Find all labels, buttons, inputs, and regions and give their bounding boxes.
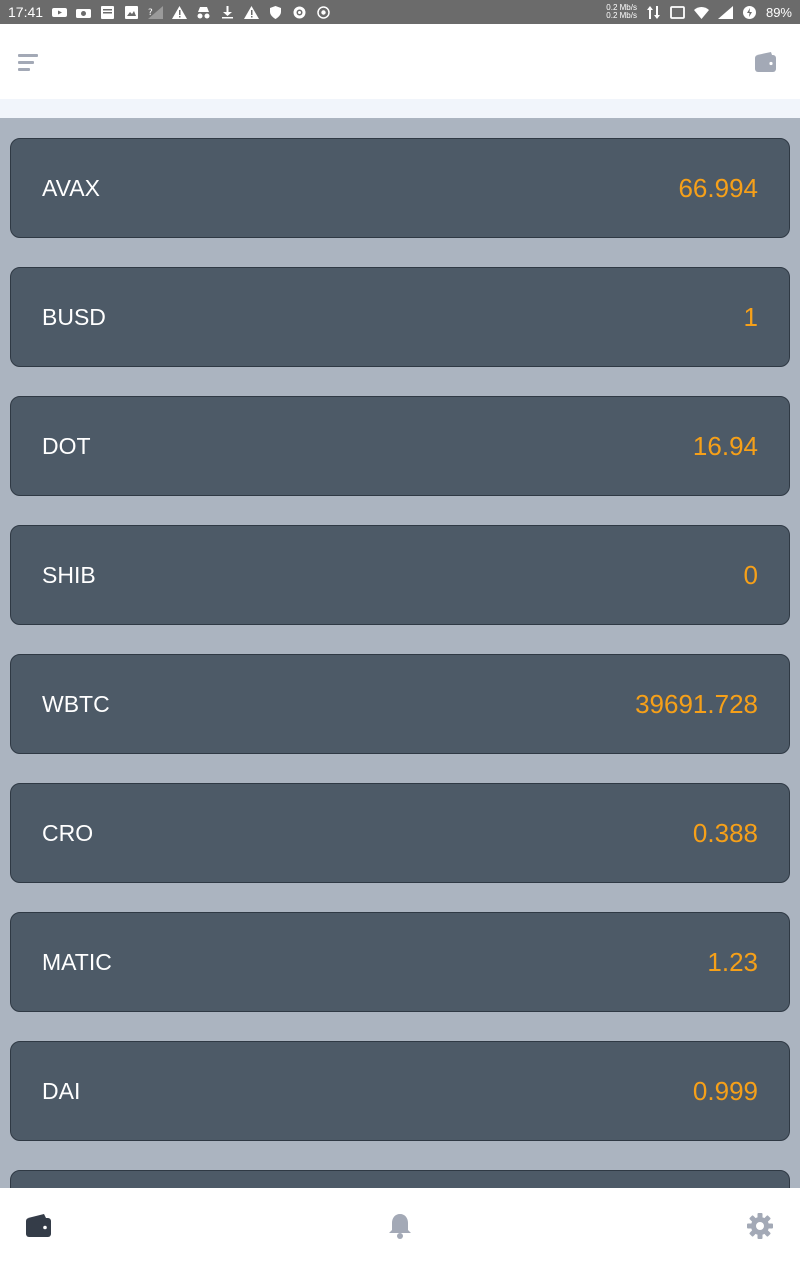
shield-icon xyxy=(268,5,283,19)
coin-card-wbtc[interactable]: WBTC 39691.728 xyxy=(10,654,790,754)
wallet-icon[interactable] xyxy=(25,1212,53,1240)
warning-icon xyxy=(172,5,188,19)
record-icon-2 xyxy=(316,5,331,19)
bottom-nav xyxy=(0,1188,800,1280)
coin-price: 16.94 xyxy=(692,430,758,461)
coin-card-shib[interactable]: SHIB 0 xyxy=(10,525,790,625)
coin-price: 66.994 xyxy=(678,172,758,203)
document-icon xyxy=(100,5,115,19)
menu-icon[interactable] xyxy=(18,54,40,72)
wallet-icon[interactable] xyxy=(754,52,778,74)
coin-symbol: BUSD xyxy=(42,303,106,330)
coin-symbol: MATIC xyxy=(42,948,112,975)
battery-level: 89% xyxy=(765,4,792,20)
coin-card-dai[interactable]: DAI 0.999 xyxy=(10,1041,790,1141)
youtube-icon xyxy=(52,6,68,19)
coin-card-dot[interactable]: DOT 16.94 xyxy=(10,396,790,496)
coin-symbol: SHIB xyxy=(42,561,96,588)
coin-card-avax[interactable]: AVAX 66.994 xyxy=(10,138,790,238)
no-signal-icon: ? xyxy=(148,5,164,19)
coin-card-partial[interactable] xyxy=(10,1170,790,1188)
gear-icon[interactable] xyxy=(746,1212,774,1240)
net-speed: 0.2 Mb/s 0.2 Mb/s xyxy=(606,4,637,20)
status-time: 17:41 xyxy=(8,4,44,20)
coin-symbol: AVAX xyxy=(42,174,100,201)
coin-card-busd[interactable]: BUSD 1 xyxy=(10,267,790,367)
coin-symbol: DOT xyxy=(42,432,91,459)
warning-icon-2 xyxy=(244,5,260,19)
bell-icon[interactable] xyxy=(386,1212,414,1240)
coin-symbol: DAI xyxy=(42,1077,81,1104)
svg-text:?: ? xyxy=(148,8,153,18)
coin-price: 1.23 xyxy=(707,946,758,977)
coin-card-matic[interactable]: MATIC 1.23 xyxy=(10,912,790,1012)
coin-price: 0.388 xyxy=(692,817,758,848)
status-right: 0.2 Mb/s 0.2 Mb/s 89% xyxy=(606,4,792,20)
status-left: 17:41 ? xyxy=(8,4,331,20)
image-icon xyxy=(124,5,139,19)
incognito-icon xyxy=(196,6,211,19)
data-transfer-icon xyxy=(646,5,661,19)
coin-price: 39691.728 xyxy=(635,688,758,719)
wifi-icon xyxy=(693,6,709,19)
coin-price: 0 xyxy=(743,559,758,590)
coin-price: 0.999 xyxy=(692,1075,758,1106)
cast-icon xyxy=(670,5,685,19)
coin-price: 1 xyxy=(743,301,758,332)
record-icon xyxy=(292,6,307,19)
battery-charging-icon xyxy=(742,5,757,19)
header-divider-strip xyxy=(0,99,800,118)
coin-list: AVAX 66.994 BUSD 1 DOT 16.94 SHIB 0 WBTC… xyxy=(0,118,800,1188)
net-down: 0.2 Mb/s xyxy=(606,11,637,20)
camera-icon xyxy=(76,6,92,19)
status-bar: 17:41 ? 0.2 Mb/s 0.2 Mb/s 89% xyxy=(0,0,800,24)
coin-card-cro[interactable]: CRO 0.388 xyxy=(10,783,790,883)
coin-symbol: WBTC xyxy=(42,690,110,717)
cell-signal-icon xyxy=(717,5,733,19)
app-header xyxy=(0,24,800,99)
coin-symbol: CRO xyxy=(42,819,94,846)
download-icon xyxy=(220,5,235,19)
